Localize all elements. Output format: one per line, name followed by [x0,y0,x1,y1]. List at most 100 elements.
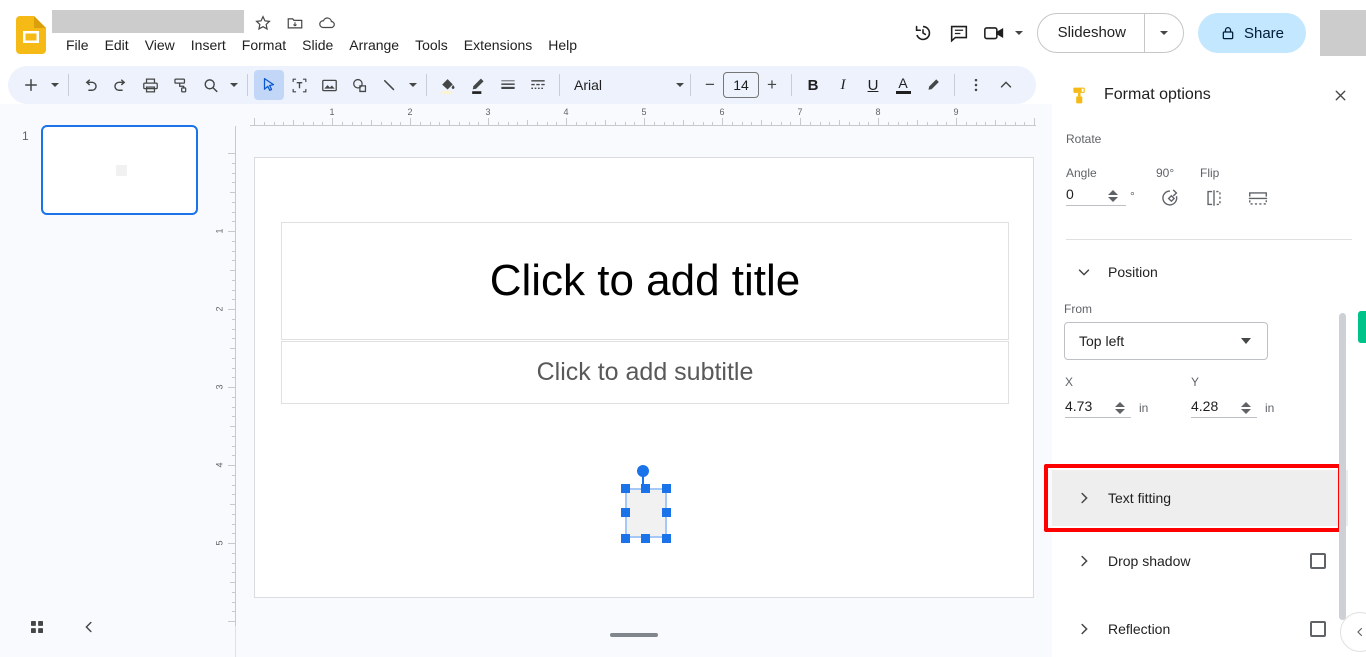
position-x-stepper[interactable] [1115,402,1125,414]
angle-stepper-down-icon[interactable] [1108,197,1118,202]
font-chevron-down-icon[interactable] [676,83,684,87]
redo-icon[interactable] [105,70,135,100]
toolbar-divider-4 [559,74,560,96]
drop-shadow-checkbox[interactable] [1310,553,1326,569]
angle-stepper-up-icon[interactable] [1108,190,1118,195]
google-meet-icon[interactable] [977,15,1013,51]
dropdown-chevron-down-icon[interactable] [1241,338,1251,344]
text-color-button[interactable]: A [888,70,918,100]
chevron-right-icon[interactable] [1072,486,1096,510]
collapse-toolbar-icon[interactable] [991,70,1021,100]
document-title-redacted[interactable] [52,10,244,33]
position-section-header[interactable]: Position [1052,244,1348,300]
border-weight-icon[interactable] [493,70,523,100]
slideshow-button[interactable]: Slideshow [1038,14,1144,52]
line-icon[interactable] [374,70,404,100]
grid-view-icon[interactable] [22,612,52,642]
insert-image-icon[interactable] [314,70,344,100]
chevron-down-icon[interactable] [1072,260,1096,284]
angle-stepper[interactable] [1108,190,1118,202]
resize-handle-top-right[interactable] [662,484,671,493]
text-box-icon[interactable] [284,70,314,100]
x-stepper-down-icon[interactable] [1115,409,1125,414]
select-tool-icon[interactable] [254,70,284,100]
selected-shape-body[interactable] [625,488,667,538]
resize-handle-middle-right[interactable] [662,508,671,517]
comment-history-icon[interactable] [941,15,977,51]
zoom-chevron-down-icon[interactable] [225,70,241,100]
selected-shape[interactable] [620,465,672,544]
font-family-selector[interactable]: Arial [566,70,684,100]
slide-thumbnail-1[interactable] [41,125,198,215]
menu-extensions[interactable]: Extensions [456,34,540,57]
font-size-input[interactable]: 14 [723,72,759,98]
resize-handle-bottom-left[interactable] [621,534,630,543]
resize-handle-middle-left[interactable] [621,508,630,517]
flip-horizontal-icon[interactable] [1200,184,1228,212]
menu-view[interactable]: View [137,34,183,57]
section-reflection[interactable]: Reflection [1052,601,1348,657]
italic-button[interactable]: I [828,70,858,100]
horizontal-ruler[interactable]: 1 2 3 4 5 6 7 8 9 [236,106,1036,126]
menu-insert[interactable]: Insert [183,34,234,57]
underline-button[interactable]: U [858,70,888,100]
meet-chevron-down-icon[interactable] [1014,31,1023,35]
paint-format-icon[interactable] [165,70,195,100]
star-icon[interactable] [252,12,274,34]
more-options-icon[interactable] [961,70,991,100]
slideshow-button-group[interactable]: Slideshow [1036,13,1184,53]
vertical-ruler[interactable]: 1 2 3 4 5 [215,126,236,626]
flip-vertical-icon[interactable] [1244,184,1272,212]
google-meet-button[interactable] [977,15,1027,51]
position-y-stepper[interactable] [1241,402,1251,414]
menu-format[interactable]: Format [234,34,294,57]
slideshow-chevron-down-icon[interactable] [1145,14,1183,52]
title-placeholder[interactable]: Click to add title [281,222,1009,340]
position-from-dropdown[interactable]: Top left [1064,322,1268,360]
resize-handle-top-left[interactable] [621,484,630,493]
canvas-horizontal-scrollbar[interactable] [610,633,658,637]
border-dash-icon[interactable] [523,70,553,100]
subtitle-placeholder[interactable]: Click to add subtitle [281,341,1009,404]
chevron-right-icon-2[interactable] [1072,549,1096,573]
resize-handle-bottom-center[interactable] [641,534,650,543]
chevron-right-icon-3[interactable] [1072,617,1096,641]
shape-icon[interactable] [344,70,374,100]
avatar[interactable] [1320,10,1366,56]
reflection-checkbox[interactable] [1310,621,1326,637]
section-text-fitting[interactable]: Text fitting [1052,470,1348,526]
menu-tools[interactable]: Tools [407,34,456,57]
menu-arrange[interactable]: Arrange [341,34,407,57]
resize-handle-top-center[interactable] [641,484,650,493]
add-slide-chevron-down-icon[interactable] [46,70,62,100]
rotate-90-icon[interactable] [1156,184,1184,212]
menu-edit[interactable]: Edit [97,34,137,57]
add-slide-icon[interactable] [16,70,46,100]
increase-font-size-button[interactable]: + [759,72,785,98]
undo-icon[interactable] [75,70,105,100]
y-stepper-up-icon[interactable] [1241,402,1251,407]
highlight-color-icon[interactable] [918,70,948,100]
border-color-icon[interactable] [463,70,493,100]
menu-help[interactable]: Help [540,34,585,57]
menu-file[interactable]: File [58,34,97,57]
print-icon[interactable] [135,70,165,100]
fill-color-icon[interactable] [433,70,463,100]
close-icon[interactable] [1328,83,1352,107]
y-stepper-down-icon[interactable] [1241,409,1251,414]
cloud-saved-icon[interactable] [316,12,338,34]
collapse-filmstrip-icon[interactable] [74,612,104,642]
zoom-icon[interactable] [195,70,225,100]
decrease-font-size-button[interactable]: − [697,72,723,98]
menu-slide[interactable]: Slide [294,34,341,57]
move-to-folder-icon[interactable] [284,12,306,34]
resize-handle-bottom-right[interactable] [662,534,671,543]
line-chevron-down-icon[interactable] [404,70,420,100]
version-history-icon[interactable] [905,15,941,51]
share-button[interactable]: Share [1197,13,1306,53]
x-stepper-up-icon[interactable] [1115,402,1125,407]
slides-logo-icon [16,16,46,54]
format-panel-scrollbar[interactable] [1339,313,1346,620]
bold-button[interactable]: B [798,70,828,100]
section-drop-shadow[interactable]: Drop shadow [1052,533,1348,589]
